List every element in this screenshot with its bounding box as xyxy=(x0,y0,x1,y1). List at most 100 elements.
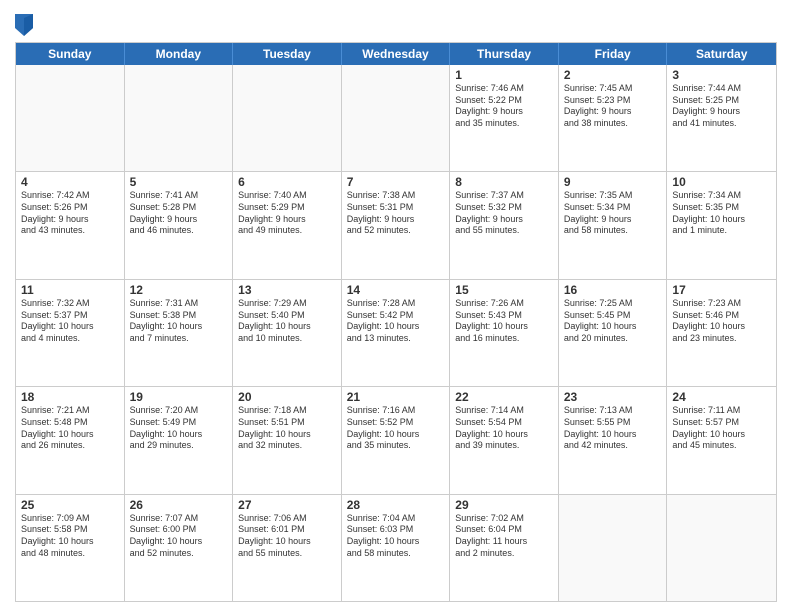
cell-info-line: Sunset: 5:55 PM xyxy=(564,417,662,429)
cell-info-line: and 35 minutes. xyxy=(347,440,445,452)
cell-info-line: Sunset: 5:54 PM xyxy=(455,417,553,429)
cell-info-line: Sunrise: 7:44 AM xyxy=(672,83,771,95)
day-number: 6 xyxy=(238,175,336,189)
cell-info-line: Sunrise: 7:21 AM xyxy=(21,405,119,417)
cell-info-line: and 43 minutes. xyxy=(21,225,119,237)
cell-info-line: Daylight: 9 hours xyxy=(455,214,553,226)
cell-info-line: Sunrise: 7:26 AM xyxy=(455,298,553,310)
cell-info-line: Daylight: 10 hours xyxy=(564,429,662,441)
cell-info-line: Sunrise: 7:28 AM xyxy=(347,298,445,310)
cal-cell: 19Sunrise: 7:20 AMSunset: 5:49 PMDayligh… xyxy=(125,387,234,493)
cell-info-line: Sunset: 5:28 PM xyxy=(130,202,228,214)
day-number: 27 xyxy=(238,498,336,512)
cell-info-line: and 49 minutes. xyxy=(238,225,336,237)
cell-info-line: Sunset: 5:35 PM xyxy=(672,202,771,214)
cell-info-line: and 26 minutes. xyxy=(21,440,119,452)
cell-info-line: Daylight: 10 hours xyxy=(564,321,662,333)
day-number: 10 xyxy=(672,175,771,189)
cell-info-line: and 46 minutes. xyxy=(130,225,228,237)
cell-info-line: Sunset: 5:38 PM xyxy=(130,310,228,322)
page: SundayMondayTuesdayWednesdayThursdayFrid… xyxy=(0,0,792,612)
cell-info-line: Sunset: 5:25 PM xyxy=(672,95,771,107)
cal-cell: 28Sunrise: 7:04 AMSunset: 6:03 PMDayligh… xyxy=(342,495,451,601)
cell-info-line: Sunrise: 7:04 AM xyxy=(347,513,445,525)
cell-info-line: Sunset: 5:26 PM xyxy=(21,202,119,214)
cal-cell: 10Sunrise: 7:34 AMSunset: 5:35 PMDayligh… xyxy=(667,172,776,278)
cal-cell: 14Sunrise: 7:28 AMSunset: 5:42 PMDayligh… xyxy=(342,280,451,386)
cell-info-line: Sunset: 5:45 PM xyxy=(564,310,662,322)
cal-cell: 4Sunrise: 7:42 AMSunset: 5:26 PMDaylight… xyxy=(16,172,125,278)
cal-cell: 23Sunrise: 7:13 AMSunset: 5:55 PMDayligh… xyxy=(559,387,668,493)
cell-info-line: Daylight: 9 hours xyxy=(238,214,336,226)
cell-info-line: and 16 minutes. xyxy=(455,333,553,345)
cal-cell xyxy=(125,65,234,171)
day-number: 12 xyxy=(130,283,228,297)
cell-info-line: and 23 minutes. xyxy=(672,333,771,345)
cal-cell: 26Sunrise: 7:07 AMSunset: 6:00 PMDayligh… xyxy=(125,495,234,601)
cal-cell: 11Sunrise: 7:32 AMSunset: 5:37 PMDayligh… xyxy=(16,280,125,386)
cell-info-line: Daylight: 9 hours xyxy=(130,214,228,226)
cell-info-line: and 55 minutes. xyxy=(455,225,553,237)
cell-info-line: and 20 minutes. xyxy=(564,333,662,345)
cell-info-line: Daylight: 10 hours xyxy=(238,429,336,441)
cell-info-line: Sunset: 5:23 PM xyxy=(564,95,662,107)
cal-cell: 2Sunrise: 7:45 AMSunset: 5:23 PMDaylight… xyxy=(559,65,668,171)
day-number: 24 xyxy=(672,390,771,404)
cell-info-line: Daylight: 10 hours xyxy=(21,536,119,548)
cell-info-line: Daylight: 10 hours xyxy=(130,536,228,548)
cal-cell xyxy=(233,65,342,171)
day-number: 25 xyxy=(21,498,119,512)
cell-info-line: Daylight: 10 hours xyxy=(130,429,228,441)
cell-info-line: and 38 minutes. xyxy=(564,118,662,130)
day-number: 4 xyxy=(21,175,119,189)
cell-info-line: Sunset: 5:46 PM xyxy=(672,310,771,322)
cell-info-line: Sunrise: 7:09 AM xyxy=(21,513,119,525)
cal-week-1: 4Sunrise: 7:42 AMSunset: 5:26 PM Daylight… xyxy=(16,172,776,279)
cal-week-3: 18Sunrise: 7:21 AMSunset: 5:48 PMDayligh… xyxy=(16,387,776,494)
header xyxy=(15,10,777,36)
cell-info-line: and 4 minutes. xyxy=(21,333,119,345)
cell-info-line: Sunset: 5:29 PM xyxy=(238,202,336,214)
cell-info-line: Sunset: 5:49 PM xyxy=(130,417,228,429)
cell-info-line: Sunrise: 7:32 AM xyxy=(21,298,119,310)
cell-info-line: Daylight: 10 hours xyxy=(21,429,119,441)
cal-cell: 17Sunrise: 7:23 AMSunset: 5:46 PMDayligh… xyxy=(667,280,776,386)
cell-info-line: and 52 minutes. xyxy=(347,225,445,237)
day-number: 13 xyxy=(238,283,336,297)
cell-info-line: Daylight: 9 hours xyxy=(455,106,553,118)
cell-info-line: and 1 minute. xyxy=(672,225,771,237)
day-number: 11 xyxy=(21,283,119,297)
cal-cell xyxy=(559,495,668,601)
cell-info-line: Sunrise: 7:13 AM xyxy=(564,405,662,417)
day-number: 26 xyxy=(130,498,228,512)
cell-info-line: Sunset: 6:01 PM xyxy=(238,524,336,536)
cal-cell xyxy=(342,65,451,171)
day-number: 21 xyxy=(347,390,445,404)
header-day-tuesday: Tuesday xyxy=(233,43,342,65)
cell-info-line: and 52 minutes. xyxy=(130,548,228,560)
cal-cell: 16Sunrise: 7:25 AMSunset: 5:45 PMDayligh… xyxy=(559,280,668,386)
cal-cell: 15Sunrise: 7:26 AMSunset: 5:43 PMDayligh… xyxy=(450,280,559,386)
cell-info-line: Sunset: 5:34 PM xyxy=(564,202,662,214)
cell-info-line: Sunset: 5:43 PM xyxy=(455,310,553,322)
cell-info-line: Daylight: 10 hours xyxy=(347,321,445,333)
cell-info-line: Sunset: 5:42 PM xyxy=(347,310,445,322)
cell-info-line: Sunset: 5:31 PM xyxy=(347,202,445,214)
cell-info-line: Sunrise: 7:38 AM xyxy=(347,190,445,202)
cell-info-line: and 39 minutes. xyxy=(455,440,553,452)
cell-info-line: Sunrise: 7:45 AM xyxy=(564,83,662,95)
cal-cell: 24Sunrise: 7:11 AMSunset: 5:57 PMDayligh… xyxy=(667,387,776,493)
cell-info-line: Sunrise: 7:16 AM xyxy=(347,405,445,417)
day-number: 1 xyxy=(455,68,553,82)
cal-cell: 22Sunrise: 7:14 AMSunset: 5:54 PMDayligh… xyxy=(450,387,559,493)
cell-info-line: Sunrise: 7:42 AM xyxy=(21,190,119,202)
cell-info-line: and 13 minutes. xyxy=(347,333,445,345)
cell-info-line: Daylight: 10 hours xyxy=(672,321,771,333)
day-number: 23 xyxy=(564,390,662,404)
cell-info-line: and 42 minutes. xyxy=(564,440,662,452)
cell-info-line: and 41 minutes. xyxy=(672,118,771,130)
cal-cell: 5Sunrise: 7:41 AMSunset: 5:28 PMDaylight… xyxy=(125,172,234,278)
cell-info-line: and 35 minutes. xyxy=(455,118,553,130)
cell-info-line: Sunrise: 7:31 AM xyxy=(130,298,228,310)
cell-info-line: and 58 minutes. xyxy=(564,225,662,237)
